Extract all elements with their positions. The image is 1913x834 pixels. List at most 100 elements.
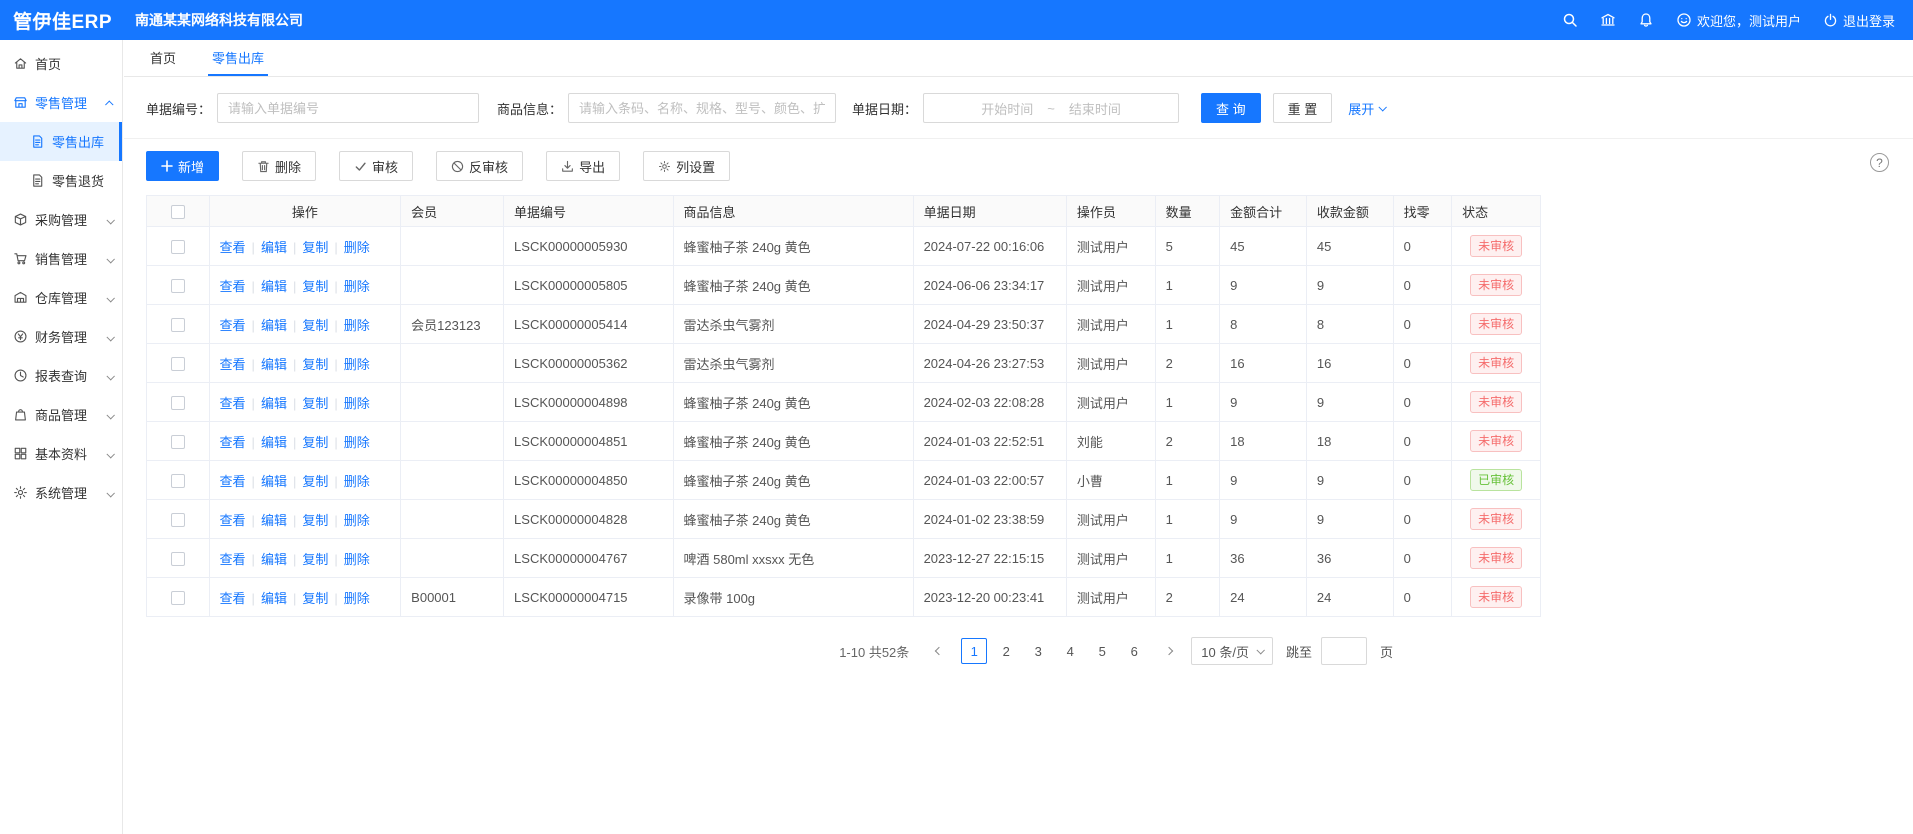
sidebar-item-销售管理[interactable]: 销售管理 (0, 239, 122, 278)
bill-no-input[interactable] (217, 93, 479, 123)
page-button-6[interactable]: 6 (1121, 638, 1147, 664)
row-action-copy[interactable]: 复制 (302, 357, 328, 372)
add-button[interactable]: 新增 (146, 151, 219, 181)
row-action-edit[interactable]: 编辑 (261, 279, 287, 294)
row-action-copy[interactable]: 复制 (302, 552, 328, 567)
sidebar-item-报表查询[interactable]: 报表查询 (0, 356, 122, 395)
cell-member (401, 344, 504, 383)
date-range-picker[interactable]: 开始时间 ~ 结束时间 (923, 93, 1179, 123)
row-action-view[interactable]: 查看 (220, 591, 246, 606)
row-action-delete[interactable]: 删除 (344, 357, 370, 372)
row-action-copy[interactable]: 复制 (302, 591, 328, 606)
row-action-copy[interactable]: 复制 (302, 435, 328, 450)
sidebar-item-商品管理[interactable]: 商品管理 (0, 395, 122, 434)
row-action-delete[interactable]: 删除 (344, 318, 370, 333)
expand-link[interactable]: 展开 (1348, 99, 1385, 118)
row-action-view[interactable]: 查看 (220, 513, 246, 528)
row-action-delete[interactable]: 删除 (344, 240, 370, 255)
row-action-edit[interactable]: 编辑 (261, 318, 287, 333)
row-checkbox[interactable] (171, 318, 185, 332)
row-action-edit[interactable]: 编辑 (261, 396, 287, 411)
audit-button[interactable]: 审核 (339, 151, 413, 181)
select-all-checkbox[interactable] (171, 205, 185, 219)
logout-button[interactable]: 退出登录 (1823, 11, 1895, 30)
column-header-商品信息: 商品信息 (673, 196, 913, 227)
search-icon[interactable] (1562, 12, 1578, 28)
column-settings-button[interactable]: 列设置 (643, 151, 730, 181)
row-action-copy[interactable]: 复制 (302, 513, 328, 528)
prev-page-button[interactable] (926, 638, 952, 664)
unaudit-button[interactable]: 反审核 (436, 151, 523, 181)
row-action-edit[interactable]: 编辑 (261, 474, 287, 489)
sidebar-item-零售出库[interactable]: 零售出库 (0, 122, 122, 161)
bank-icon[interactable] (1600, 12, 1616, 28)
row-action-view[interactable]: 查看 (220, 552, 246, 567)
row-action-copy[interactable]: 复制 (302, 396, 328, 411)
row-action-copy[interactable]: 复制 (302, 474, 328, 489)
sidebar-item-仓库管理[interactable]: 仓库管理 (0, 278, 122, 317)
row-action-delete[interactable]: 删除 (344, 396, 370, 411)
delete-button[interactable]: 删除 (242, 151, 316, 181)
row-checkbox[interactable] (171, 591, 185, 605)
sidebar-item-零售管理[interactable]: 零售管理 (0, 83, 122, 122)
sidebar-item-label: 销售管理 (35, 249, 87, 268)
row-action-copy[interactable]: 复制 (302, 279, 328, 294)
row-checkbox[interactable] (171, 240, 185, 254)
sidebar-item-采购管理[interactable]: 采购管理 (0, 200, 122, 239)
row-checkbox[interactable] (171, 474, 185, 488)
row-action-view[interactable]: 查看 (220, 318, 246, 333)
cell-operator: 测试用户 (1066, 344, 1155, 383)
row-action-edit[interactable]: 编辑 (261, 591, 287, 606)
row-action-delete[interactable]: 删除 (344, 279, 370, 294)
sidebar-item-首页[interactable]: 首页 (0, 44, 122, 83)
page-button-5[interactable]: 5 (1089, 638, 1115, 664)
row-action-view[interactable]: 查看 (220, 357, 246, 372)
page-button-4[interactable]: 4 (1057, 638, 1083, 664)
row-action-view[interactable]: 查看 (220, 435, 246, 450)
bell-icon[interactable] (1638, 12, 1654, 28)
tab-home[interactable]: 首页 (146, 40, 180, 76)
row-action-edit[interactable]: 编辑 (261, 357, 287, 372)
row-action-copy[interactable]: 复制 (302, 318, 328, 333)
page-size-select[interactable]: 10 条/页 (1191, 637, 1273, 665)
row-checkbox[interactable] (171, 435, 185, 449)
sidebar-item-基本资料[interactable]: 基本资料 (0, 434, 122, 473)
row-checkbox[interactable] (171, 513, 185, 527)
product-info-input[interactable] (568, 93, 836, 123)
next-page-button[interactable] (1156, 638, 1182, 664)
tab-retail-outbound[interactable]: 零售出库 (208, 40, 268, 76)
page-button-1[interactable]: 1 (961, 638, 987, 664)
search-button[interactable]: 查 询 (1201, 93, 1261, 123)
row-action-view[interactable]: 查看 (220, 474, 246, 489)
row-checkbox[interactable] (171, 396, 185, 410)
welcome-user[interactable]: 欢迎您，测试用户 (1676, 11, 1801, 30)
row-action-edit[interactable]: 编辑 (261, 435, 287, 450)
action-separator: | (334, 396, 337, 411)
sidebar-item-财务管理[interactable]: 财务管理 (0, 317, 122, 356)
sidebar-item-系统管理[interactable]: 系统管理 (0, 473, 122, 512)
row-action-view[interactable]: 查看 (220, 279, 246, 294)
row-action-view[interactable]: 查看 (220, 240, 246, 255)
row-action-delete[interactable]: 删除 (344, 474, 370, 489)
row-checkbox[interactable] (171, 552, 185, 566)
row-checkbox[interactable] (171, 279, 185, 293)
sidebar-item-零售退货[interactable]: 零售退货 (0, 161, 122, 200)
row-action-delete[interactable]: 删除 (344, 513, 370, 528)
page-button-3[interactable]: 3 (1025, 638, 1051, 664)
row-action-edit[interactable]: 编辑 (261, 552, 287, 567)
row-action-edit[interactable]: 编辑 (261, 513, 287, 528)
jump-page-input[interactable] (1321, 637, 1367, 665)
cell-amount: 36 (1220, 539, 1307, 578)
row-action-delete[interactable]: 删除 (344, 591, 370, 606)
export-button[interactable]: 导出 (546, 151, 620, 181)
row-action-delete[interactable]: 删除 (344, 435, 370, 450)
help-icon[interactable]: ? (1870, 153, 1889, 172)
row-checkbox[interactable] (171, 357, 185, 371)
page-button-2[interactable]: 2 (993, 638, 1019, 664)
column-header-收款金额: 收款金额 (1306, 196, 1393, 227)
row-action-delete[interactable]: 删除 (344, 552, 370, 567)
reset-button[interactable]: 重 置 (1273, 93, 1333, 123)
row-action-copy[interactable]: 复制 (302, 240, 328, 255)
row-action-view[interactable]: 查看 (220, 396, 246, 411)
row-action-edit[interactable]: 编辑 (261, 240, 287, 255)
